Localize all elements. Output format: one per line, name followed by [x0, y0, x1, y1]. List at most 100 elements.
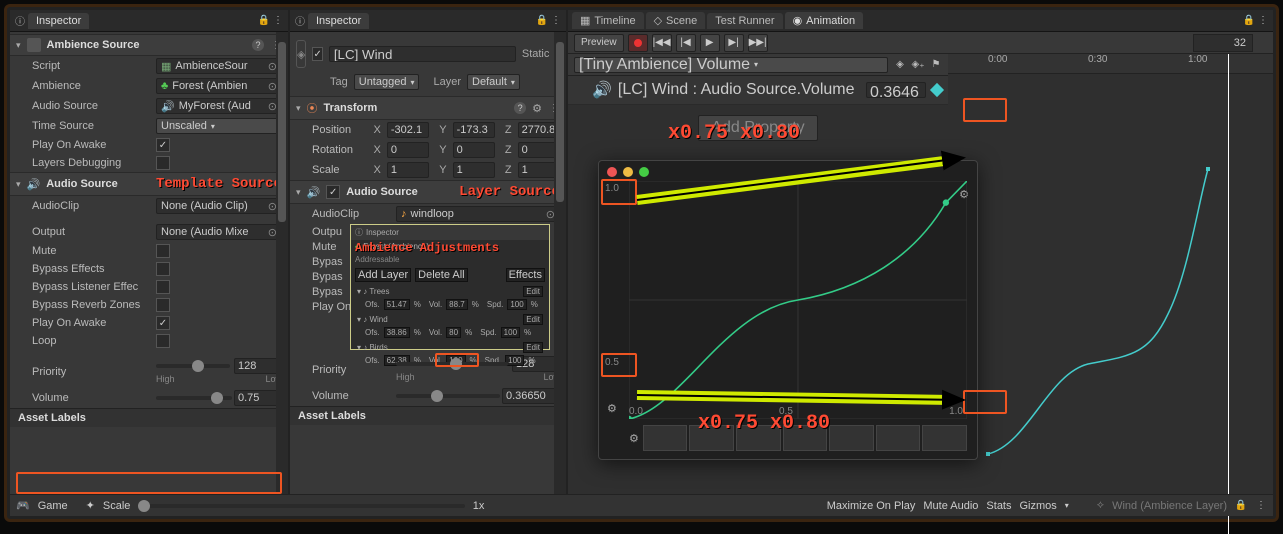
- tab-inspector-2[interactable]: Inspector: [308, 13, 369, 29]
- panel-menu-icon[interactable]: [272, 15, 284, 27]
- preset-button[interactable]: [643, 425, 688, 451]
- tab-scene[interactable]: ◇Scene: [646, 12, 706, 29]
- tab-game[interactable]: Game: [38, 500, 68, 512]
- tab-inspector[interactable]: Inspector: [28, 13, 89, 29]
- panel-menu-icon[interactable]: [1255, 500, 1267, 512]
- curve-grid[interactable]: [629, 181, 967, 419]
- volume-slider[interactable]: [156, 396, 232, 400]
- gameobject-active-checkbox[interactable]: [312, 47, 322, 61]
- last-frame-button[interactable]: ▶▶|: [748, 34, 768, 52]
- panel-menu-icon[interactable]: [550, 15, 562, 27]
- lock-icon[interactable]: [536, 15, 548, 27]
- time-source-dropdown[interactable]: Unscaled: [156, 118, 282, 134]
- gear-icon[interactable]: [629, 429, 639, 447]
- min-dot-icon[interactable]: [623, 167, 633, 177]
- property-value-field[interactable]: 0.3646: [866, 82, 926, 98]
- audioclip-field[interactable]: None (Audio Clip)⊙: [156, 198, 282, 214]
- bypass-reverb-checkbox[interactable]: [156, 298, 170, 312]
- scrollbar[interactable]: [276, 32, 288, 496]
- volume-field-2[interactable]: 0.36650: [502, 388, 560, 404]
- add-key-icon[interactable]: ◈₊: [912, 59, 924, 71]
- first-frame-button[interactable]: |◀◀: [652, 34, 672, 52]
- audio-source-header-2[interactable]: 🔊 Audio Source Layer Source: [290, 180, 566, 204]
- next-key-button[interactable]: ▶|: [724, 34, 744, 52]
- bypass-effects-checkbox[interactable]: [156, 262, 170, 276]
- property-row[interactable]: 🔊 [LC] Wind : Audio Source.Volume 0.3646: [568, 76, 948, 105]
- priority-slider-2[interactable]: [396, 362, 508, 366]
- loop-checkbox[interactable]: [156, 334, 170, 348]
- audio-source-enable-checkbox[interactable]: [326, 185, 340, 199]
- scale-y-field[interactable]: 1: [453, 162, 495, 178]
- gameobject-icon[interactable]: ◈: [296, 40, 306, 68]
- priority-slider[interactable]: [156, 364, 230, 368]
- help-icon[interactable]: [252, 39, 264, 51]
- priority-field[interactable]: 128: [234, 358, 282, 374]
- audio-source-field[interactable]: 🔊MyForest (Aud⊙: [156, 98, 282, 114]
- pos-x-field[interactable]: -302.1: [387, 122, 429, 138]
- clip-dropdown[interactable]: [Tiny Ambience] Volume: [574, 57, 888, 73]
- volume-slider-2[interactable]: [396, 394, 500, 398]
- keyframe-icon[interactable]: [930, 83, 944, 97]
- stats-toggle[interactable]: Stats: [986, 500, 1011, 512]
- gear-icon[interactable]: [607, 399, 617, 417]
- record-button[interactable]: [628, 34, 648, 52]
- rot-y-field[interactable]: 0: [453, 142, 495, 158]
- lock-icon[interactable]: [1235, 500, 1247, 512]
- zoom-dot-icon[interactable]: [639, 167, 649, 177]
- gizmos-toggle[interactable]: Gizmos: [1020, 500, 1057, 512]
- preset-button[interactable]: [922, 425, 967, 451]
- ambience-source-header[interactable]: Ambience Source: [10, 34, 288, 56]
- prev-key-button[interactable]: |◀: [676, 34, 696, 52]
- diamond-nav-icon[interactable]: ◈: [894, 59, 906, 71]
- preset-button[interactable]: [736, 425, 781, 451]
- layer-dropdown[interactable]: Default: [467, 74, 520, 90]
- mute-checkbox[interactable]: [156, 244, 170, 258]
- preset-button[interactable]: [689, 425, 734, 451]
- preset-button[interactable]: [876, 425, 921, 451]
- tab-test-runner[interactable]: Test Runner: [707, 13, 782, 29]
- tab-animation[interactable]: ◉Animation: [785, 12, 864, 29]
- play-on-awake-checkbox[interactable]: [156, 138, 170, 152]
- play-on-awake-checkbox-2[interactable]: [156, 316, 170, 330]
- popup-edit-button[interactable]: Edit: [523, 342, 543, 353]
- timeline-ruler[interactable]: 0:00 0:30 1:00: [948, 54, 1273, 74]
- output-field[interactable]: None (Audio Mixe⊙: [156, 224, 282, 240]
- ambience-field[interactable]: ♣Forest (Ambien⊙: [156, 78, 282, 94]
- popup-delete-all-button[interactable]: Delete All: [415, 268, 467, 282]
- rot-x-field[interactable]: 0: [387, 142, 429, 158]
- popup-effects-button[interactable]: Effects: [506, 268, 545, 282]
- audio-source-header[interactable]: 🔊 Audio Source Template Source: [10, 172, 288, 196]
- bypass-listener-checkbox[interactable]: [156, 280, 170, 294]
- preset-icon[interactable]: [532, 102, 542, 115]
- tab-timeline[interactable]: ▦Timeline: [572, 12, 644, 29]
- mute-audio-toggle[interactable]: Mute Audio: [923, 500, 978, 512]
- transform-header[interactable]: ⦿ Transform: [290, 96, 566, 120]
- frame-field[interactable]: 32: [1193, 34, 1253, 52]
- maximize-on-play-toggle[interactable]: Maximize On Play: [827, 500, 916, 512]
- lock-icon[interactable]: [258, 15, 270, 27]
- volume-field[interactable]: 0.75: [234, 390, 282, 406]
- layers-debugging-checkbox[interactable]: [156, 156, 170, 170]
- popup-edit-button[interactable]: Edit: [523, 286, 543, 297]
- preview-button[interactable]: Preview: [574, 34, 624, 52]
- preset-button[interactable]: [783, 425, 828, 451]
- play-button[interactable]: ▶: [700, 34, 720, 52]
- gameobject-name-field[interactable]: [329, 46, 516, 62]
- scale-x-field[interactable]: 1: [387, 162, 429, 178]
- script-field[interactable]: ▦AmbienceSour⊙: [156, 58, 282, 74]
- game-tab-icon[interactable]: 🎮: [16, 499, 30, 512]
- add-event-icon[interactable]: ⚑: [930, 59, 942, 71]
- add-property-button[interactable]: Add Property: [698, 115, 818, 141]
- tag-dropdown[interactable]: Untagged: [354, 74, 420, 90]
- pos-y-field[interactable]: -173.3: [453, 122, 495, 138]
- popup-edit-button[interactable]: Edit: [523, 314, 543, 325]
- popup-add-layer-button[interactable]: Add Layer: [355, 268, 411, 282]
- help-icon[interactable]: [514, 102, 526, 114]
- scrollbar[interactable]: [554, 32, 566, 496]
- preset-button[interactable]: [829, 425, 874, 451]
- scale-slider[interactable]: [138, 504, 464, 508]
- close-dot-icon[interactable]: [607, 167, 617, 177]
- panel-menu-icon[interactable]: [1257, 15, 1269, 27]
- audioclip-field-2[interactable]: ♪windloop⊙: [396, 206, 560, 222]
- lock-icon[interactable]: [1243, 15, 1255, 27]
